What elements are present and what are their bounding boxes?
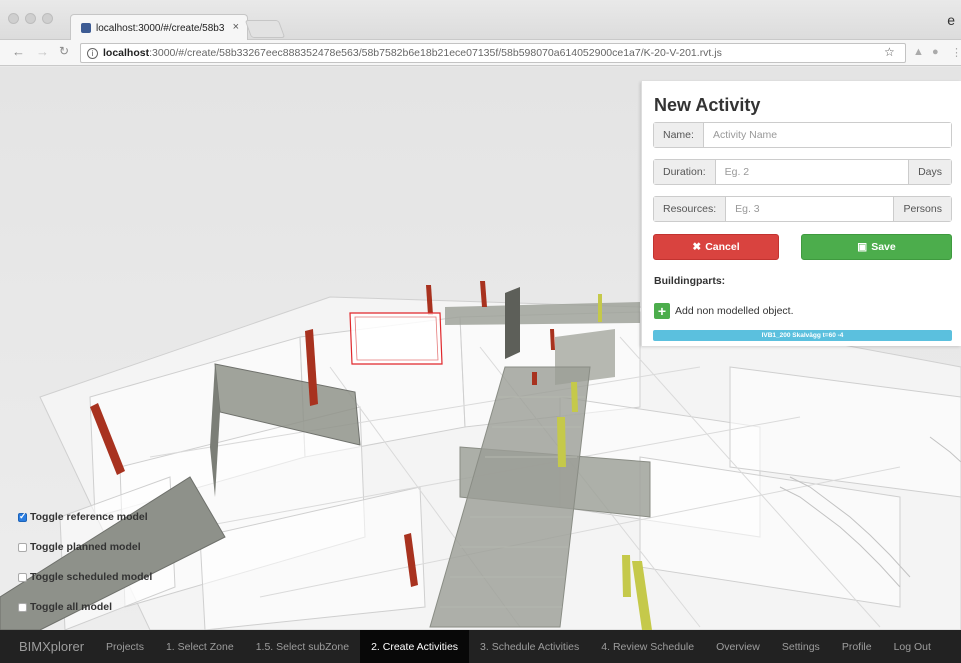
close-icon: ✖ (692, 241, 702, 253)
extension-icon[interactable]: ● (932, 46, 939, 58)
browser-toolbar: ← → ↻ i localhost:3000/#/create/58b33267… (0, 40, 961, 66)
toggle-label: Toggle reference model (30, 511, 148, 523)
toggle-label: Toggle all model (30, 601, 113, 613)
reload-icon[interactable]: ↻ (59, 44, 69, 58)
window-zoom-control[interactable] (42, 13, 53, 24)
checkbox[interactable] (18, 542, 27, 552)
name-input-group: Name: (653, 122, 952, 148)
duration-label: Duration: (654, 160, 716, 184)
window-minimize-control[interactable] (25, 13, 36, 24)
address-bar[interactable]: i localhost:3000/#/create/58b33267eec888… (80, 43, 906, 63)
resources-unit: Persons (893, 197, 951, 221)
url-path: :3000/#/create/58b33267eec888352478e563/… (149, 47, 722, 59)
add-object-label: Add non modelled object. (675, 305, 794, 317)
bookmark-star-icon[interactable]: ☆ (884, 45, 895, 59)
new-tab-button[interactable] (244, 20, 286, 38)
floppy-disk-icon: ▣ (857, 241, 868, 253)
url-host: localhost (103, 47, 150, 59)
nav-create-activities[interactable]: 2. Create Activities (360, 630, 470, 663)
nav-select-subzone[interactable]: 1.5. Select subZone (245, 630, 360, 663)
brand[interactable]: BIMXplorer (0, 639, 95, 654)
toggle-all-model[interactable]: Toggle all model (18, 601, 112, 613)
checkbox[interactable] (18, 572, 27, 582)
buildingparts-heading: Buildingparts: (654, 275, 726, 287)
menu-icon[interactable]: ⋮ (951, 46, 961, 59)
bottom-navbar: BIMXplorer Projects 1. Select Zone 1.5. … (0, 630, 961, 663)
add-non-modelled-object[interactable]: + Add non modelled object. (654, 303, 794, 319)
resources-input-group: Resources: Persons (653, 196, 952, 222)
duration-unit: Days (908, 160, 951, 184)
nav-review-schedule[interactable]: 4. Review Schedule (590, 630, 705, 663)
toggle-scheduled-model[interactable]: Toggle scheduled model (18, 571, 152, 583)
profile-icon[interactable]: e (947, 12, 955, 28)
nav-settings[interactable]: Settings (771, 630, 831, 663)
resources-input[interactable] (726, 197, 894, 221)
cancel-label: Cancel (705, 241, 740, 253)
tab-title: localhost:3000/#/create/58b3 (96, 22, 225, 34)
new-activity-panel: New Activity Name: Duration: Days Resour… (641, 81, 961, 346)
activity-name-input[interactable] (703, 123, 951, 147)
toggle-label: Toggle scheduled model (30, 571, 153, 583)
panel-title: New Activity (654, 95, 761, 115)
tab-close-icon[interactable]: × (233, 21, 239, 33)
extension-icon[interactable]: ▲ (913, 46, 924, 58)
nav-profile[interactable]: Profile (831, 630, 883, 663)
toggle-label: Toggle planned model (30, 541, 141, 553)
nav-overview[interactable]: Overview (705, 630, 771, 663)
back-arrow-icon[interactable]: ← (12, 44, 25, 59)
plus-icon[interactable]: + (654, 303, 670, 319)
duration-input-group: Duration: Days (653, 159, 952, 185)
nav-select-zone[interactable]: 1. Select Zone (155, 630, 245, 663)
nav-schedule-activities[interactable]: 3. Schedule Activities (469, 630, 590, 663)
buildingpart-tag[interactable]: IVB1_200 Skalvägg t=60 -4 (653, 330, 952, 341)
forward-arrow-icon[interactable]: → (36, 44, 49, 59)
cancel-button[interactable]: ✖ Cancel (653, 234, 779, 260)
resources-label: Resources: (654, 197, 727, 221)
checkbox[interactable] (18, 602, 27, 612)
nav-projects[interactable]: Projects (95, 630, 155, 663)
window-close-control[interactable] (8, 13, 19, 24)
browser-tab[interactable]: localhost:3000/#/create/58b3 × (70, 14, 248, 41)
name-label: Name: (654, 123, 704, 147)
favicon-icon (81, 23, 91, 33)
toggle-reference-model[interactable]: Toggle reference model (18, 511, 148, 523)
checkbox[interactable] (18, 511, 27, 522)
browser-tab-bar: localhost:3000/#/create/58b3 × e (0, 0, 961, 41)
info-icon[interactable]: i (87, 47, 98, 59)
toggle-planned-model[interactable]: Toggle planned model (18, 541, 141, 553)
save-label: Save (871, 241, 896, 253)
save-button[interactable]: ▣ Save (801, 234, 952, 260)
nav-log-out[interactable]: Log Out (883, 630, 942, 663)
duration-input[interactable] (715, 160, 909, 184)
